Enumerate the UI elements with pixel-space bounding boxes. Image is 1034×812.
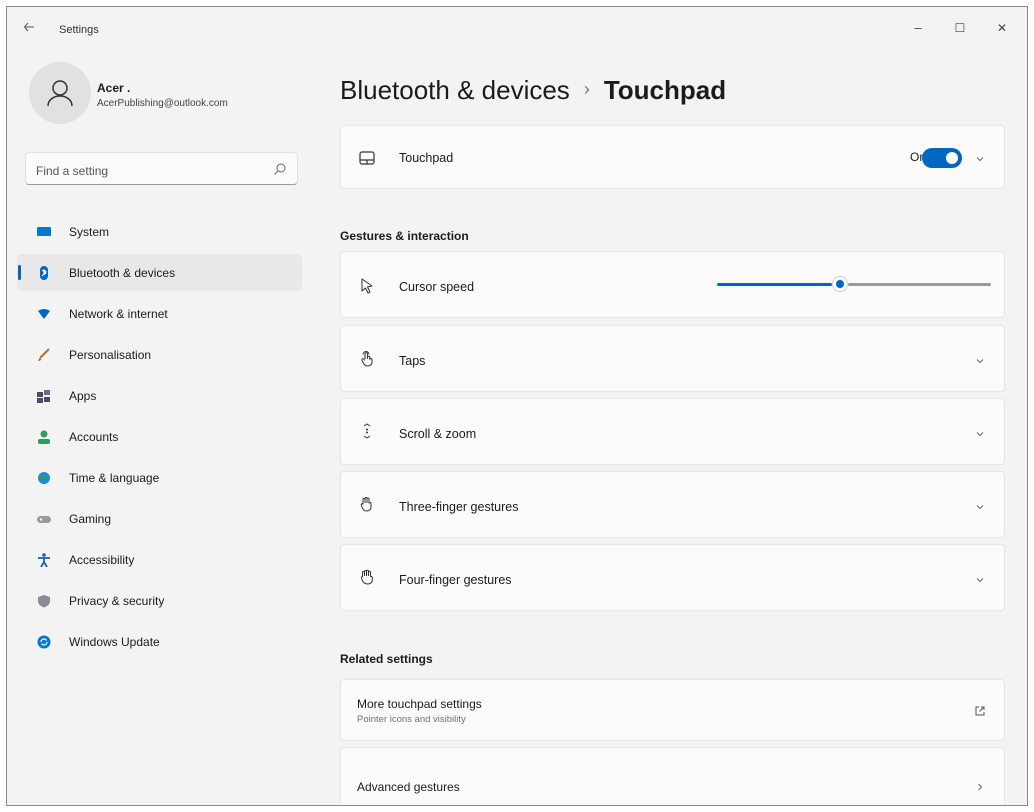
sidebar-item-label: Time & language — [69, 470, 160, 485]
maximize-button[interactable]: ☐ — [945, 17, 975, 39]
brush-icon — [37, 348, 51, 362]
search-icon[interactable] — [273, 162, 287, 176]
taps-card[interactable]: Taps — [340, 325, 1005, 392]
breadcrumb-parent[interactable]: Bluetooth & devices — [340, 75, 570, 105]
sidebar-item-label: Apps — [69, 388, 97, 403]
sidebar-item-label: Bluetooth & devices — [69, 265, 176, 280]
cursor-speed-card: Cursor speed — [340, 251, 1005, 318]
globe-icon — [37, 471, 51, 485]
touchpad-toggle[interactable] — [922, 148, 962, 168]
title-bar: Settings – ☐ ✕ — [7, 7, 1027, 47]
sidebar-item-time-language[interactable]: Time & language — [17, 459, 302, 496]
three-finger-label: Three-finger gestures — [399, 500, 519, 514]
gestures-heading: Gestures & interaction — [340, 229, 469, 243]
four-finger-label: Four-finger gestures — [399, 573, 512, 587]
sidebar: System Bluetooth & devices Network & int… — [17, 213, 302, 664]
cursor-speed-slider[interactable] — [717, 274, 991, 294]
toggle-knob — [946, 152, 958, 164]
slider-track-fill — [717, 283, 832, 286]
bluetooth-icon — [37, 266, 51, 280]
settings-window: Settings – ☐ ✕ Acer . AcerPublishing@out… — [6, 6, 1028, 806]
apps-icon — [37, 389, 51, 403]
sidebar-item-network[interactable]: Network & internet — [17, 295, 302, 332]
sidebar-item-windows-update[interactable]: Windows Update — [17, 623, 302, 660]
scroll-zoom-card[interactable]: Scroll & zoom — [340, 398, 1005, 465]
sidebar-item-privacy-security[interactable]: Privacy & security — [17, 582, 302, 619]
sidebar-item-accessibility[interactable]: Accessibility — [17, 541, 302, 578]
more-touchpad-settings-sublabel: Pointer icons and visibility — [357, 714, 466, 725]
search-input[interactable]: Find a setting — [25, 152, 298, 185]
page-title: Touchpad — [603, 75, 727, 105]
sidebar-item-label: Accessibility — [69, 552, 135, 567]
scroll-icon — [359, 423, 375, 439]
chevron-down-icon[interactable] — [974, 354, 986, 366]
slider-track — [848, 283, 991, 286]
chevron-down-icon[interactable] — [974, 573, 986, 585]
shield-icon — [37, 594, 51, 608]
tap-icon — [359, 351, 375, 367]
touchpad-label: Touchpad — [399, 151, 454, 165]
sidebar-item-apps[interactable]: Apps — [17, 377, 302, 414]
taps-label: Taps — [399, 354, 426, 368]
touchpad-icon — [359, 150, 375, 166]
touchpad-card[interactable]: Touchpad On — [340, 125, 1005, 189]
chevron-down-icon[interactable] — [974, 427, 986, 439]
advanced-gestures-card[interactable]: Advanced gestures — [340, 747, 1005, 805]
search-placeholder: Find a setting — [36, 164, 109, 178]
accounts-icon — [37, 430, 51, 444]
sidebar-item-label: Personalisation — [69, 347, 152, 362]
breadcrumb-separator: › — [583, 79, 590, 99]
wifi-icon — [37, 307, 51, 321]
cursor-speed-label: Cursor speed — [399, 280, 475, 294]
sidebar-item-label: Gaming — [69, 511, 112, 526]
three-finger-icon — [359, 496, 375, 512]
profile-name: Acer . — [97, 81, 131, 95]
sidebar-item-label: System — [69, 224, 110, 239]
sidebar-item-bluetooth-devices[interactable]: Bluetooth & devices — [17, 254, 302, 291]
advanced-gestures-label: Advanced gestures — [357, 780, 460, 794]
back-arrow-icon[interactable] — [23, 21, 37, 35]
cursor-icon — [359, 278, 375, 294]
related-settings-heading: Related settings — [340, 652, 433, 666]
more-touchpad-settings-label: More touchpad settings — [357, 697, 482, 711]
system-icon — [37, 225, 51, 239]
breadcrumb: Bluetooth & devices › Touchpad — [340, 75, 726, 106]
close-button[interactable]: ✕ — [987, 17, 1017, 39]
scroll-zoom-label: Scroll & zoom — [399, 427, 477, 441]
minimize-button[interactable]: – — [903, 17, 933, 39]
chevron-down-icon[interactable] — [974, 500, 986, 512]
chevron-right-icon[interactable] — [974, 780, 986, 792]
sidebar-item-accounts[interactable]: Accounts — [17, 418, 302, 455]
profile-email: AcerPublishing@outlook.com — [97, 98, 228, 109]
three-finger-card[interactable]: Three-finger gestures — [340, 471, 1005, 538]
sidebar-item-system[interactable]: System — [17, 213, 302, 250]
user-icon — [47, 80, 73, 107]
four-finger-icon — [359, 569, 375, 585]
more-touchpad-settings-card[interactable]: More touchpad settings Pointer icons and… — [340, 679, 1005, 741]
app-title: Settings — [59, 24, 99, 36]
sidebar-item-label: Network & internet — [69, 306, 168, 321]
external-link-icon[interactable] — [974, 704, 986, 716]
slider-thumb[interactable] — [832, 276, 848, 292]
sidebar-item-gaming[interactable]: Gaming — [17, 500, 302, 537]
avatar[interactable] — [29, 62, 91, 124]
four-finger-card[interactable]: Four-finger gestures — [340, 544, 1005, 611]
sidebar-item-label: Privacy & security — [69, 593, 165, 608]
sidebar-item-personalisation[interactable]: Personalisation — [17, 336, 302, 373]
selection-indicator — [18, 265, 21, 280]
chevron-down-icon[interactable] — [974, 152, 986, 164]
accessibility-icon — [37, 553, 51, 568]
gamepad-icon — [37, 512, 51, 526]
sidebar-item-label: Accounts — [69, 429, 119, 444]
update-icon — [37, 635, 51, 649]
sidebar-item-label: Windows Update — [69, 634, 160, 649]
